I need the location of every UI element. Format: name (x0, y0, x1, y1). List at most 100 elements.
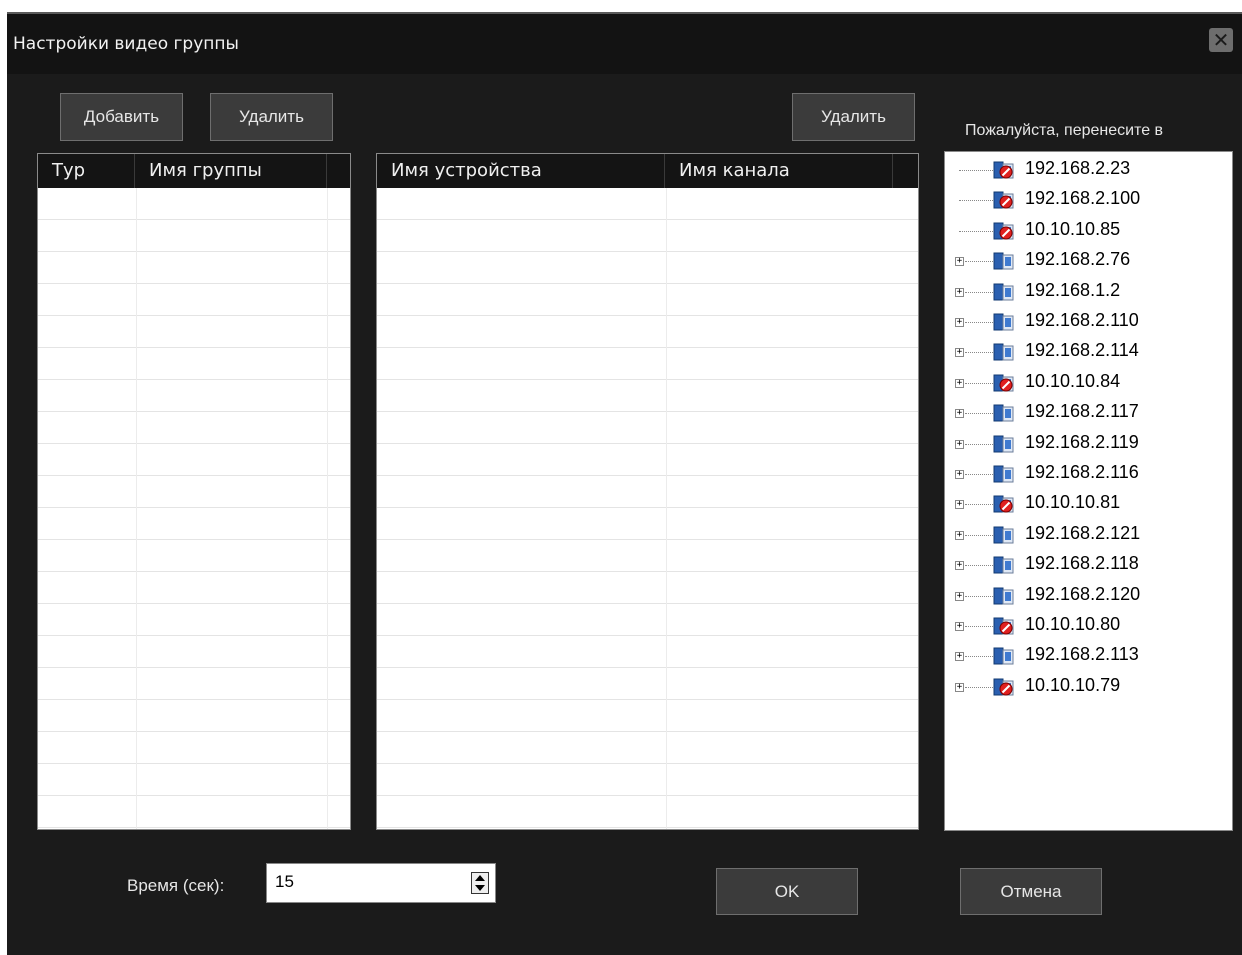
expand-icon[interactable]: + (955, 622, 964, 631)
device-icon (993, 647, 1014, 665)
device-tree-node[interactable]: 192.168.2.100 (945, 185, 1232, 215)
device-tree-node[interactable]: +10.10.10.81 (945, 489, 1232, 519)
cancel-button[interactable]: Отмена (960, 868, 1102, 915)
channels-table-rows[interactable] (377, 188, 918, 829)
device-icon (993, 252, 1014, 270)
device-ip-label[interactable]: 192.168.2.119 (1025, 432, 1139, 453)
tree-connector-line (965, 504, 993, 506)
device-tree-node[interactable]: +192.168.2.119 (945, 429, 1232, 459)
close-icon[interactable]: ✕ (1209, 28, 1233, 52)
device-tree-node[interactable]: +10.10.10.80 (945, 611, 1232, 641)
device-ip-label[interactable]: 192.168.1.2 (1025, 280, 1120, 301)
column-divider (136, 188, 137, 829)
device-tree-node[interactable]: +192.168.2.76 (945, 246, 1232, 276)
device-ip-label[interactable]: 10.10.10.85 (1025, 219, 1120, 240)
expand-icon[interactable]: + (955, 652, 964, 662)
expand-icon[interactable]: + (955, 439, 964, 449)
tree-connector-line (965, 565, 993, 567)
expand-icon[interactable]: + (955, 318, 964, 327)
device-tree-node[interactable]: +192.168.1.2 (945, 277, 1232, 307)
column-divider (327, 188, 328, 829)
column-header-channel-name[interactable]: Имя канала (665, 154, 893, 188)
time-seconds-value[interactable]: 15 (275, 872, 294, 892)
tree-connector-line (965, 352, 993, 354)
add-group-button[interactable]: Добавить (60, 93, 183, 141)
expand-icon[interactable]: + (955, 682, 964, 692)
device-ip-label[interactable]: 192.168.2.110 (1025, 310, 1139, 331)
expand-icon[interactable]: + (955, 409, 964, 419)
device-tree-node[interactable]: +192.168.2.120 (945, 581, 1232, 611)
device-tree-node[interactable]: +192.168.2.118 (945, 550, 1232, 580)
tree-connector-line (959, 200, 993, 202)
expand-icon[interactable]: + (955, 287, 964, 297)
column-header-group-name[interactable]: Имя группы (135, 154, 327, 188)
expand-icon[interactable]: + (955, 591, 964, 601)
column-header-device-name[interactable]: Имя устройства (377, 154, 665, 188)
device-tree-node[interactable]: +10.10.10.84 (945, 368, 1232, 398)
groups-table-rows[interactable] (38, 188, 350, 829)
device-tree[interactable]: 192.168.2.23 192.168.2.100 10.10.10.85 +192… (944, 151, 1233, 831)
expand-icon[interactable]: + (955, 257, 964, 267)
device-icon (993, 587, 1014, 605)
device-ip-label[interactable]: 192.168.2.76 (1025, 249, 1130, 270)
device-ip-label[interactable]: 10.10.10.81 (1025, 492, 1120, 513)
expand-icon[interactable]: + (955, 561, 964, 571)
device-tree-node[interactable]: +192.168.2.113 (945, 641, 1232, 671)
tree-connector-line (965, 291, 993, 293)
device-tree-node[interactable]: +10.10.10.79 (945, 672, 1232, 702)
device-ip-label[interactable]: 192.168.2.117 (1025, 401, 1139, 422)
device-ip-label[interactable]: 10.10.10.79 (1025, 675, 1120, 696)
device-ip-label[interactable]: 192.168.2.118 (1025, 553, 1139, 574)
tree-connector-line (965, 261, 993, 263)
tree-connector-line (965, 626, 993, 627)
delete-group-button[interactable]: Удалить (210, 93, 333, 141)
expand-icon[interactable]: + (955, 530, 964, 540)
offline-device-icon (993, 678, 1014, 696)
device-ip-label[interactable]: 192.168.2.114 (1025, 340, 1139, 361)
tree-connector-line (965, 534, 993, 536)
device-tree-node[interactable]: +192.168.2.117 (945, 398, 1232, 428)
device-icon (993, 283, 1014, 301)
device-ip-label[interactable]: 10.10.10.80 (1025, 614, 1120, 635)
drag-hint-text: Пожалуйста, перенесите в (965, 122, 1164, 139)
offline-device-icon (993, 191, 1014, 209)
device-ip-label[interactable]: 192.168.2.100 (1025, 188, 1140, 209)
title-bar[interactable]: Настройки видео группы ✕ (7, 12, 1242, 74)
device-ip-label[interactable]: 10.10.10.84 (1025, 371, 1120, 392)
expand-icon[interactable]: + (955, 470, 964, 479)
video-group-settings-dialog: Настройки видео группы ✕ Добавить Удалит… (7, 12, 1242, 955)
device-ip-label[interactable]: 192.168.2.116 (1025, 462, 1139, 483)
tree-connector-line (965, 413, 993, 415)
time-spinner[interactable] (471, 872, 489, 894)
delete-channel-button[interactable]: Удалить (792, 93, 915, 141)
device-icon (993, 526, 1014, 544)
device-ip-label[interactable]: 192.168.2.121 (1025, 523, 1140, 544)
tree-connector-line (965, 686, 993, 688)
time-label: Время (сек): (127, 876, 225, 895)
device-tree-node[interactable]: +192.168.2.121 (945, 520, 1232, 550)
device-tree-node[interactable]: +192.168.2.110 (945, 307, 1232, 337)
spin-down-icon[interactable] (472, 883, 488, 893)
expand-icon[interactable]: + (955, 378, 964, 388)
device-ip-label[interactable]: 192.168.2.23 (1025, 158, 1130, 179)
device-ip-label[interactable]: 192.168.2.120 (1025, 584, 1140, 605)
tree-connector-line (965, 443, 993, 445)
device-tree-node[interactable]: 10.10.10.85 (945, 216, 1232, 246)
offline-device-icon (993, 617, 1014, 635)
expand-icon[interactable]: + (955, 348, 964, 358)
tree-connector-line (965, 474, 993, 475)
device-tree-node[interactable]: 192.168.2.23 (945, 155, 1232, 185)
spin-up-icon[interactable] (472, 873, 488, 883)
device-tree-node[interactable]: +192.168.2.116 (945, 459, 1232, 489)
dialog-title: Настройки видео группы (13, 34, 239, 54)
channels-table[interactable]: Имя устройства Имя канала (376, 153, 919, 830)
device-tree-node[interactable]: +192.168.2.114 (945, 337, 1232, 367)
tree-connector-line (959, 170, 993, 171)
column-header-tour[interactable]: Тур (38, 154, 135, 188)
time-seconds-input[interactable]: 15 (266, 863, 496, 903)
expand-icon[interactable]: + (955, 500, 964, 510)
tree-connector-line (965, 656, 993, 658)
device-ip-label[interactable]: 192.168.2.113 (1025, 644, 1139, 665)
ok-button[interactable]: OK (716, 868, 858, 915)
groups-table[interactable]: Тур Имя группы (37, 153, 351, 830)
